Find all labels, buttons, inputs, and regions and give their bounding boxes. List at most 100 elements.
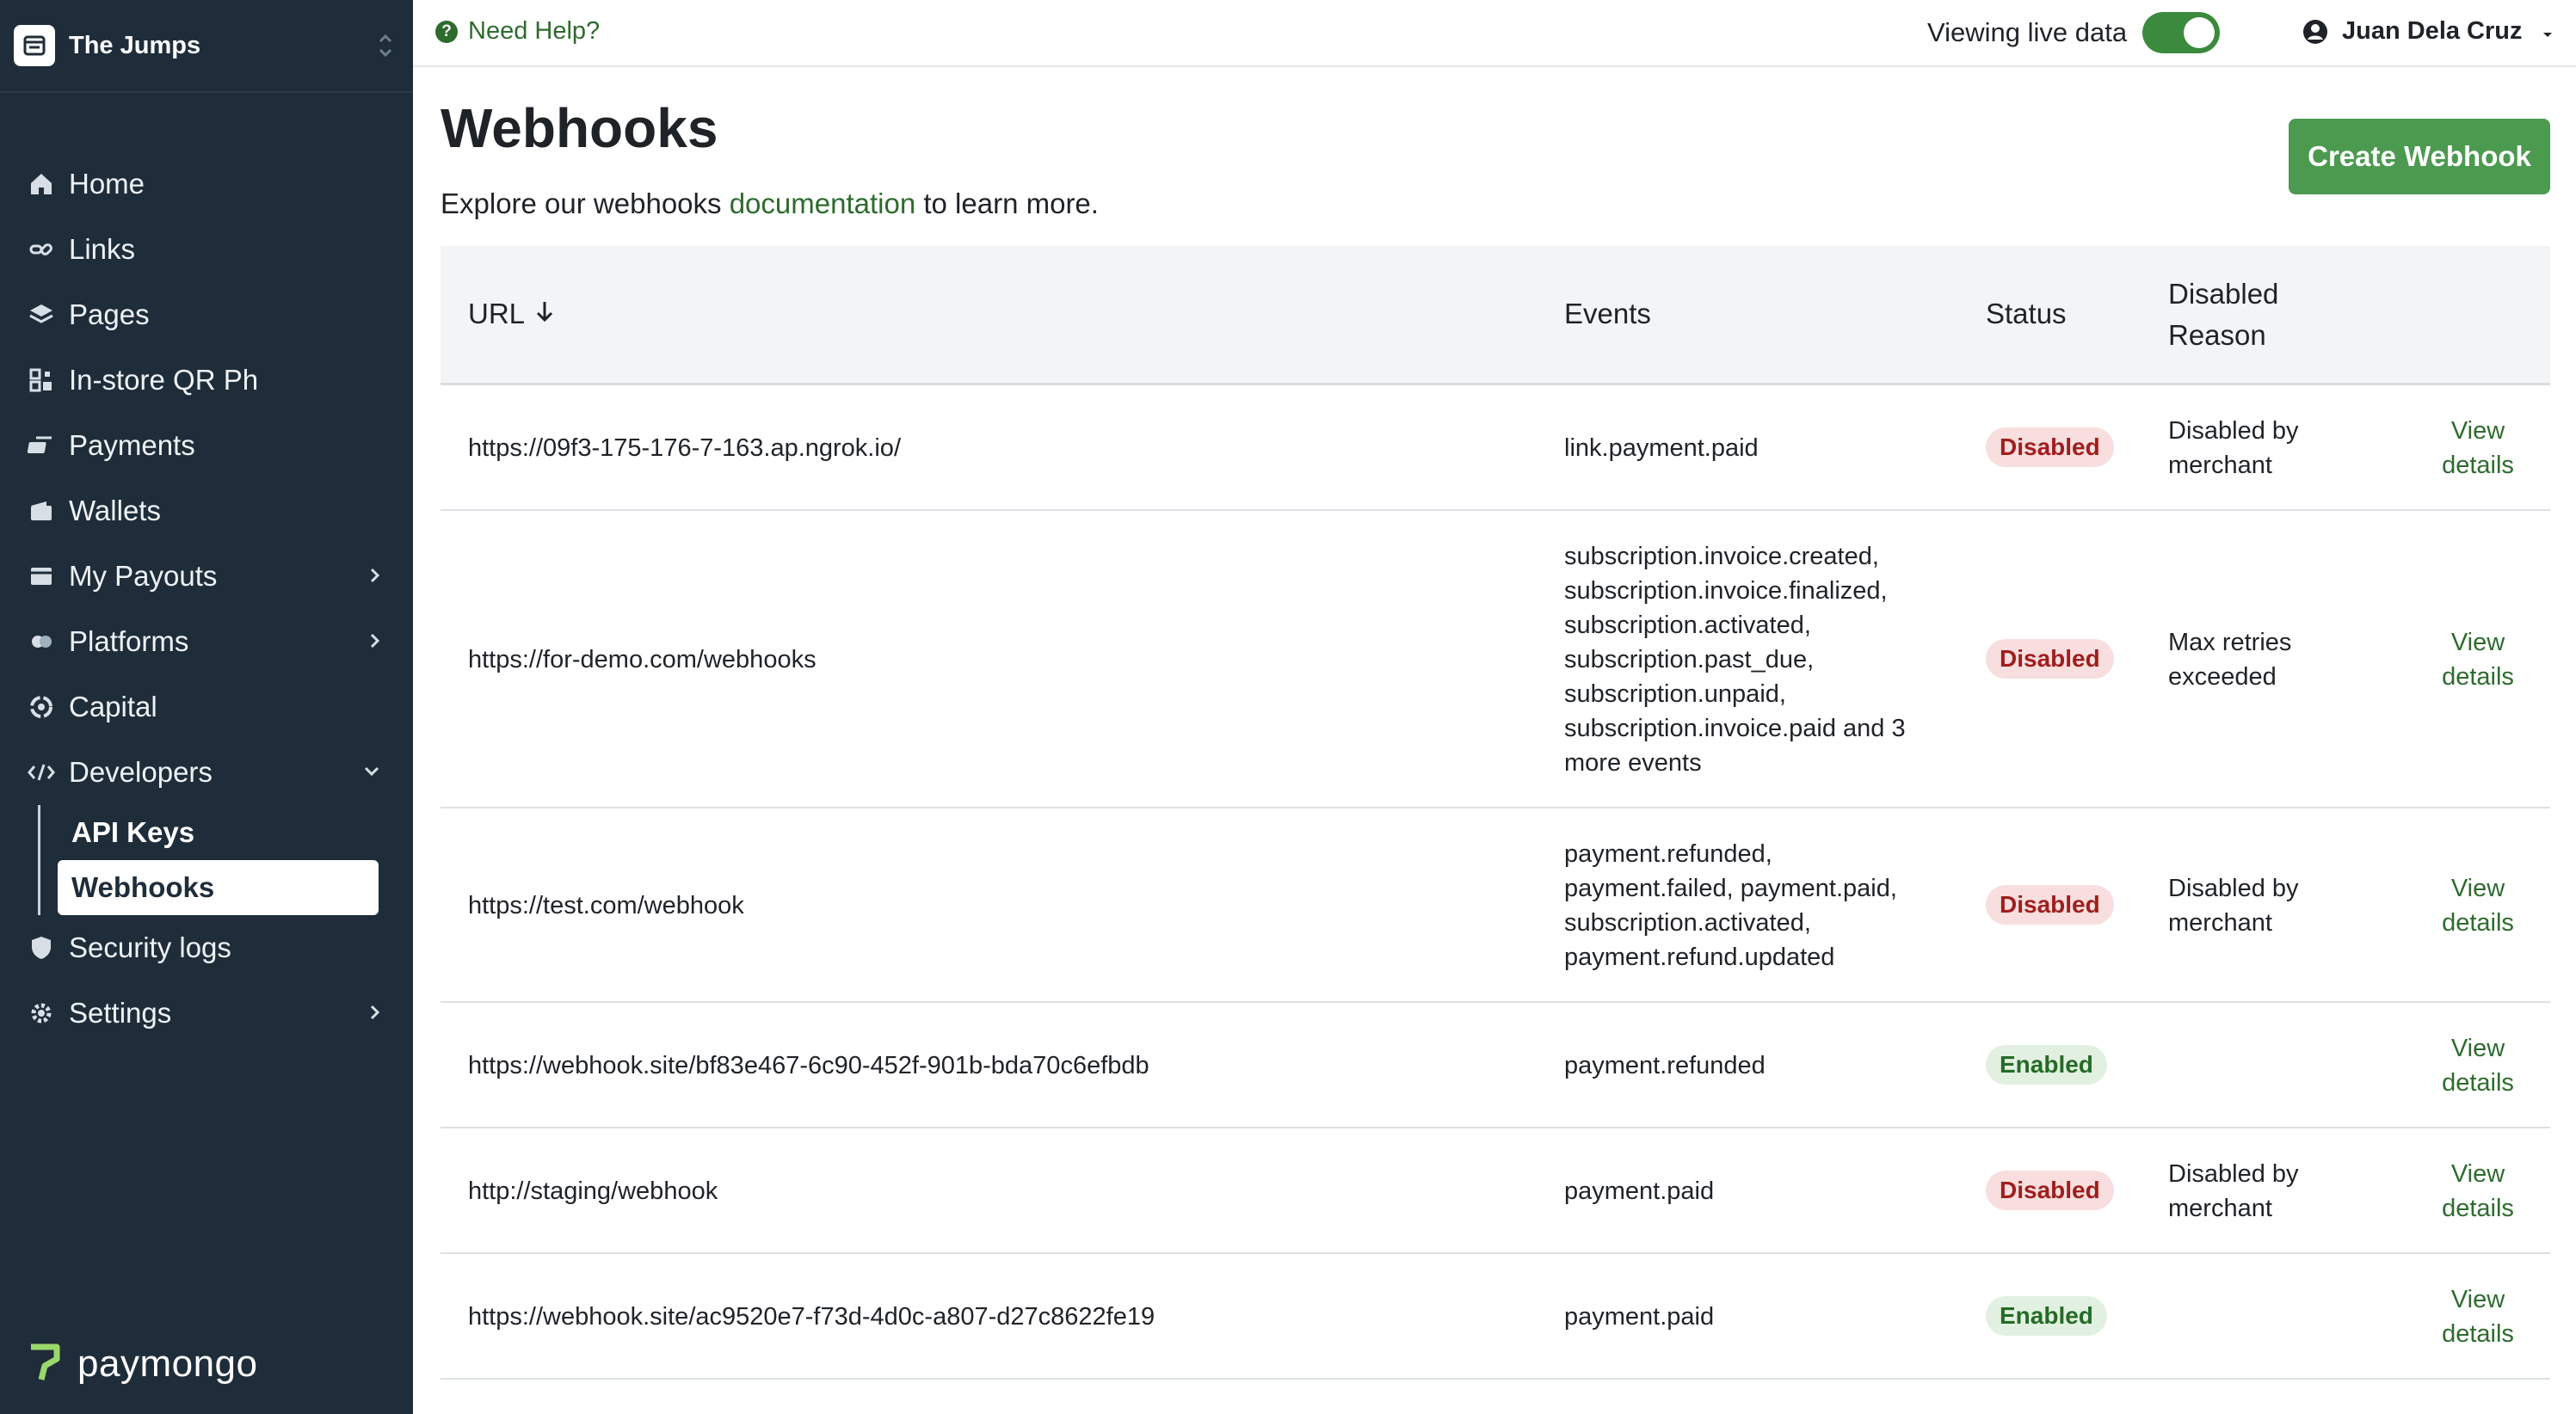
- sidebar-item-api-keys[interactable]: API Keys: [58, 805, 379, 860]
- sidebar-item-label: Home: [69, 168, 145, 200]
- intro-text: to learn more.: [923, 188, 1099, 219]
- toggle-knob: [2184, 17, 2215, 48]
- org-logo-icon: [14, 25, 55, 66]
- view-line: details: [2442, 452, 2514, 479]
- table-row: https://webhook.site/ac9520e7-f73d-4d0c-…: [441, 1254, 2550, 1380]
- event-line: subscription.invoice.created,: [1564, 543, 1879, 570]
- page-title: Webhooks: [441, 97, 718, 159]
- column-header-status: Status: [1986, 298, 2067, 329]
- status-badge: Disabled: [1986, 1171, 2114, 1210]
- sidebar-item-home[interactable]: Home: [0, 151, 413, 217]
- sidebar-item-platforms[interactable]: Platforms: [0, 609, 413, 674]
- status-cell: Disabled: [1986, 427, 2114, 467]
- org-switcher[interactable]: The Jumps: [0, 0, 413, 93]
- event-line: subscription.unpaid,: [1564, 680, 1786, 708]
- chevron-right-icon: [368, 999, 382, 1032]
- status-cell: Enabled: [1986, 1296, 2107, 1336]
- view-line: details: [2442, 1320, 2514, 1348]
- webhook-url: https://for-demo.com/webhooks: [468, 646, 817, 673]
- org-name: The Jumps: [69, 31, 201, 59]
- view-line: details: [2442, 1195, 2514, 1222]
- webhook-url: http://staging/webhook: [468, 1177, 718, 1205]
- sidebar-item-capital[interactable]: Capital: [0, 674, 413, 740]
- sidebar-item-label: Capital: [69, 691, 157, 722]
- sidebar-item-label: Links: [69, 233, 136, 265]
- sidebar-item-label: Pages: [69, 298, 150, 330]
- status-cell: Disabled: [1986, 1171, 2114, 1210]
- sidebar-item-label: Settings: [69, 997, 172, 1029]
- view-line: View: [2450, 1160, 2505, 1188]
- webhook-url: https://09f3-175-176-7-163.ap.ngrok.io/: [468, 434, 901, 462]
- live-data-toggle[interactable]: [2142, 12, 2221, 53]
- gear-icon: [26, 998, 57, 1029]
- view-details-link[interactable]: View details: [2411, 871, 2545, 940]
- developers-subnav: API Keys Webhooks: [38, 805, 379, 915]
- status-cell: Enabled: [1986, 1045, 2107, 1085]
- view-line: details: [2442, 663, 2514, 691]
- webhook-events: payment.paid: [1564, 1174, 1934, 1208]
- sidebar-nav: Home Links Pages In-store QR Ph Payments…: [0, 151, 413, 1046]
- arrow-down-icon: [535, 298, 554, 330]
- table-row: https://test.com/webhook payment.refunde…: [441, 808, 2550, 1003]
- reason-line: Disabled by: [2168, 1160, 2299, 1188]
- sidebar-item-links[interactable]: Links: [0, 217, 413, 282]
- sidebar-item-my-payouts[interactable]: My Payouts: [0, 544, 413, 609]
- top-bar: ? Need Help? Viewing live data Juan Dela…: [413, 0, 2576, 67]
- sidebar-item-settings[interactable]: Settings: [0, 981, 413, 1046]
- view-details-link[interactable]: View details: [2411, 1282, 2545, 1351]
- event-line: payment.paid: [1564, 1303, 1715, 1331]
- view-details-link[interactable]: View details: [2411, 414, 2545, 483]
- reason-line: Max retries: [2168, 629, 2292, 656]
- sidebar-item-label: Security logs: [69, 931, 231, 963]
- reason-line: Disabled by: [2168, 417, 2299, 445]
- event-line: subscription.activated,: [1564, 612, 1811, 639]
- sidebar-item-developers[interactable]: Developers: [0, 740, 413, 805]
- column-header-reason: Disabled Reason: [2168, 274, 2278, 356]
- column-label: URL: [468, 298, 526, 329]
- event-line: subscription.past_due,: [1564, 646, 1815, 673]
- view-details-link[interactable]: View details: [2411, 1157, 2545, 1226]
- webhook-events: payment.paid: [1564, 1300, 1934, 1334]
- need-help-link[interactable]: ? Need Help?: [435, 17, 600, 46]
- chevron-down-icon: [361, 759, 382, 791]
- sidebar-item-pages[interactable]: Pages: [0, 282, 413, 347]
- reason-line: merchant: [2168, 1195, 2272, 1222]
- event-line: payment.failed, payment.paid,: [1564, 875, 1897, 902]
- user-menu[interactable]: Juan Dela Cruz: [2302, 17, 2554, 46]
- webhooks-table: URL Events Status Disabled Reason https:…: [441, 246, 2550, 1380]
- sidebar-item-label: In-store QR Ph: [69, 364, 259, 396]
- sidebar-item-label: Platforms: [69, 625, 189, 657]
- reason-line: exceeded: [2168, 663, 2277, 691]
- webhook-url: https://webhook.site/bf83e467-6c90-452f-…: [468, 1052, 1149, 1079]
- sidebar-item-webhooks[interactable]: Webhooks: [58, 860, 379, 915]
- sidebar-item-label: Developers: [69, 756, 213, 788]
- sidebar-item-security-logs[interactable]: Security logs: [0, 915, 413, 981]
- disabled-reason: Disabled by merchant: [2168, 871, 2366, 940]
- chevron-right-icon: [368, 563, 382, 595]
- home-icon: [26, 169, 57, 200]
- live-data-toggle-group: Viewing live data: [1927, 12, 2221, 53]
- sidebar-item-in-store-qr[interactable]: In-store QR Ph: [0, 347, 413, 413]
- view-details-link[interactable]: View details: [2411, 1031, 2545, 1100]
- view-details-link[interactable]: View details: [2411, 625, 2545, 694]
- view-line: View: [2450, 1286, 2505, 1313]
- chevron-right-icon: [368, 628, 382, 661]
- webhook-events: link.payment.paid: [1564, 431, 1934, 465]
- sidebar-item-wallets[interactable]: Wallets: [0, 478, 413, 544]
- status-badge: Enabled: [1986, 1045, 2107, 1085]
- table-row: https://09f3-175-176-7-163.ap.ngrok.io/ …: [441, 385, 2550, 511]
- create-webhook-button[interactable]: Create Webhook: [2289, 119, 2550, 194]
- sidebar-item-label: Wallets: [69, 495, 161, 526]
- status-badge: Enabled: [1986, 1296, 2107, 1336]
- column-header-url[interactable]: URL: [468, 298, 554, 330]
- documentation-link[interactable]: documentation: [730, 188, 915, 219]
- sidebar-item-label: API Keys: [71, 816, 195, 848]
- event-line: subscription.invoice.paid and 3: [1564, 715, 1906, 742]
- sidebar-item-payments[interactable]: Payments: [0, 413, 413, 478]
- need-help-label: Need Help?: [468, 17, 601, 45]
- reason-line: merchant: [2168, 452, 2272, 479]
- event-line: subscription.invoice.finalized,: [1564, 577, 1888, 605]
- wallet-icon: [26, 495, 57, 526]
- qr-icon: [26, 365, 57, 396]
- brand-name: paymongo: [77, 1342, 258, 1385]
